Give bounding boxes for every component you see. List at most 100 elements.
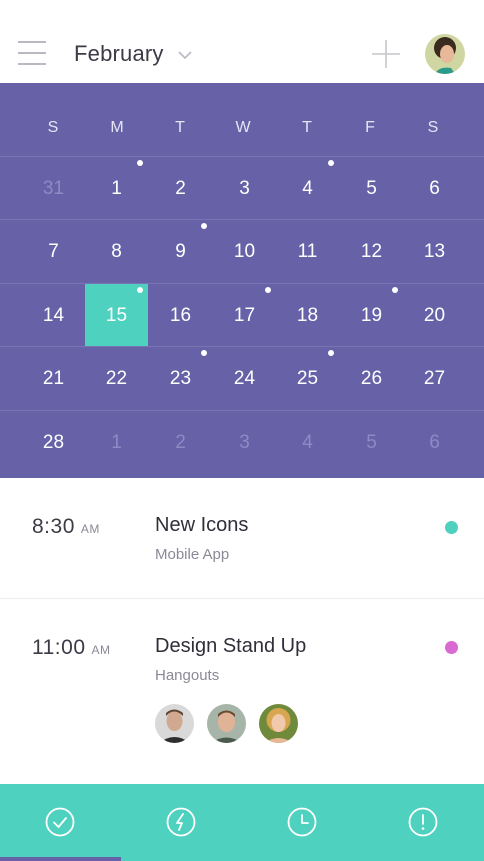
plus-icon[interactable] xyxy=(370,38,402,70)
bottom-nav-bar xyxy=(0,784,484,861)
clock-icon[interactable] xyxy=(286,806,318,838)
event-indicator-dot xyxy=(137,160,143,166)
day-number: 19 xyxy=(360,304,383,326)
calendar-day[interactable]: 25 xyxy=(276,347,339,410)
event-title: Design Stand Up xyxy=(155,635,307,657)
day-number: 14 xyxy=(42,304,65,326)
day-number: 21 xyxy=(42,368,65,390)
day-number: 11 xyxy=(297,241,318,263)
day-number: 24 xyxy=(233,368,256,390)
day-number: 25 xyxy=(296,368,319,390)
calendar-day[interactable]: 8 xyxy=(85,220,148,283)
calendar-day[interactable]: 5 xyxy=(340,157,403,220)
day-number: 17 xyxy=(233,304,256,326)
day-number: 4 xyxy=(302,178,313,199)
calendar-day[interactable]: 3 xyxy=(213,157,276,220)
chevron-down-icon xyxy=(178,50,192,59)
day-number: 2 xyxy=(175,178,186,199)
event-indicator-dot xyxy=(137,286,143,293)
calendar-day[interactable]: 4 xyxy=(276,411,339,474)
month-selector[interactable]: February xyxy=(74,38,192,70)
calendar-day[interactable]: 31 xyxy=(22,157,85,220)
day-number: 12 xyxy=(360,241,383,263)
calendar-day-selected[interactable]: 15 xyxy=(85,283,148,347)
calendar-day[interactable]: 27 xyxy=(403,347,466,410)
calendar-day[interactable]: 2 xyxy=(149,157,212,220)
day-number: 6 xyxy=(429,431,440,453)
calendar-day[interactable]: 7 xyxy=(22,220,85,283)
event-subtitle: Mobile App xyxy=(155,546,230,563)
day-number: 6 xyxy=(429,178,440,199)
attendee-avatar[interactable] xyxy=(207,704,246,743)
weekday-label: S xyxy=(427,119,439,136)
weekday-label: S xyxy=(47,119,59,136)
calendar-day[interactable]: 9 xyxy=(149,220,212,283)
weekday-label: M xyxy=(110,119,124,136)
calendar-day[interactable]: 5 xyxy=(340,411,403,474)
day-number: 22 xyxy=(105,368,128,390)
calendar-day[interactable]: 16 xyxy=(149,284,212,347)
calendar-day[interactable]: 22 xyxy=(85,347,148,410)
calendar-day[interactable]: 18 xyxy=(276,284,339,347)
lightning-circle-icon[interactable] xyxy=(165,806,197,838)
day-number: 4 xyxy=(302,431,313,453)
calendar-day[interactable]: 28 xyxy=(22,411,85,474)
checkmark-circle-icon[interactable] xyxy=(44,806,76,838)
calendar-day[interactable]: 2 xyxy=(149,411,212,474)
calendar-week-row: 28 1 2 3 4 5 6 xyxy=(0,409,484,474)
event-time: 8:30 AM xyxy=(32,515,100,538)
event-ampm: AM xyxy=(91,643,111,657)
calendar-day[interactable]: 21 xyxy=(22,347,85,410)
day-number: 5 xyxy=(366,178,377,199)
weekday-label: W xyxy=(235,119,251,136)
calendar-week-row: 7 8 9 10 11 12 13 xyxy=(0,219,484,282)
month-calendar: S M T W T F S 31 1 2 3 4 5 6 7 8 9 10 11 12 13 14 15 16 1… xyxy=(0,83,484,478)
day-number: 3 xyxy=(239,431,250,453)
day-number: 18 xyxy=(296,304,319,326)
day-number: 28 xyxy=(42,431,65,453)
event-color-dot xyxy=(445,641,458,654)
calendar-day[interactable]: 4 xyxy=(276,157,339,220)
event-list: 8:30 AM New Icons Mobile App 11:00 AM Desi… xyxy=(0,478,484,784)
event-item-new-icons[interactable]: 8:30 AM New Icons Mobile App xyxy=(0,478,484,599)
day-number: 10 xyxy=(233,241,256,263)
attendee-avatar[interactable] xyxy=(155,704,194,743)
day-number: 20 xyxy=(423,304,446,326)
weekday-header: S M T W T F S xyxy=(0,83,484,156)
user-avatar[interactable] xyxy=(425,34,465,74)
calendar-day[interactable]: 6 xyxy=(403,157,466,220)
calendar-day[interactable]: 11 xyxy=(276,220,339,283)
day-number: 1 xyxy=(111,431,122,453)
event-subtitle: Hangouts xyxy=(155,667,220,684)
hamburger-menu-icon[interactable] xyxy=(18,41,46,65)
calendar-day[interactable]: 20 xyxy=(403,284,466,347)
calendar-day[interactable]: 12 xyxy=(340,220,403,283)
calendar-day[interactable]: 1 xyxy=(85,157,148,220)
calendar-day[interactable]: 19 xyxy=(340,284,403,347)
event-item-design-stand-up[interactable]: 11:00 AM Design Stand Up Hangouts xyxy=(0,599,484,784)
calendar-day[interactable]: 3 xyxy=(213,411,276,474)
active-tab-indicator xyxy=(0,857,121,861)
calendar-day[interactable]: 6 xyxy=(403,411,466,474)
calendar-day[interactable]: 23 xyxy=(149,347,212,410)
calendar-day[interactable]: 13 xyxy=(403,220,466,283)
day-number: 15 xyxy=(105,304,128,326)
event-ampm: AM xyxy=(80,522,100,536)
calendar-day[interactable]: 17 xyxy=(213,284,276,347)
calendar-day[interactable]: 1 xyxy=(85,411,148,474)
calendar-week-row: 14 15 16 17 18 19 20 xyxy=(0,282,484,347)
calendar-day[interactable]: 26 xyxy=(340,347,403,410)
attendee-avatar[interactable] xyxy=(259,704,298,743)
weekday-label: F xyxy=(365,119,375,136)
month-label: February xyxy=(74,41,164,66)
alert-circle-icon[interactable] xyxy=(407,806,439,838)
day-number: 3 xyxy=(239,178,250,199)
day-number: 16 xyxy=(169,304,192,326)
calendar-day[interactable]: 24 xyxy=(213,347,276,410)
calendar-day[interactable]: 14 xyxy=(22,284,85,347)
calendar-week-row: 31 1 2 3 4 5 6 xyxy=(0,156,484,219)
event-indicator-dot xyxy=(392,286,398,293)
day-number: 8 xyxy=(111,241,122,263)
calendar-day[interactable]: 10 xyxy=(213,220,276,283)
day-number: 1 xyxy=(111,178,122,199)
